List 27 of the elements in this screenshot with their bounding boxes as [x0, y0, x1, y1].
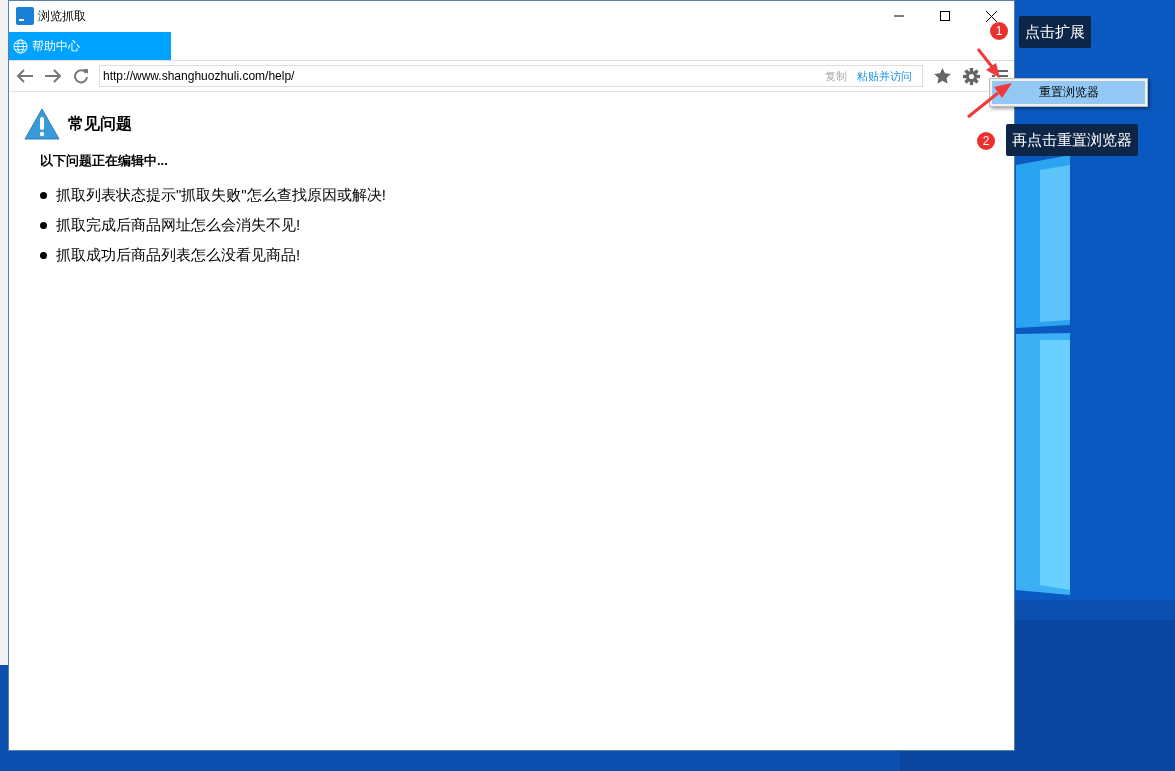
section-heading: 常见问题 [68, 113, 132, 134]
bullet-icon [40, 191, 47, 199]
tab[interactable]: 帮助中心 [9, 32, 171, 60]
app-icon [16, 7, 34, 25]
warning-icon [24, 108, 60, 140]
callout-label: 再点击重置浏览器 [1006, 124, 1138, 156]
menu-item[interactable]: 重置浏览器 [992, 81, 1145, 104]
pointer-arrow [967, 83, 1012, 119]
maximize-icon [940, 11, 950, 21]
window-title: 浏览抓取 [38, 7, 87, 25]
question-text: 抓取完成后商品网址怎么会消失不见! [56, 215, 301, 235]
copy-link[interactable]: 复制 [825, 68, 847, 84]
star-icon[interactable] [932, 66, 952, 86]
bullet-icon [40, 251, 47, 259]
back-arrow-icon [16, 69, 34, 83]
paste-and-go-link[interactable]: 粘贴并访问 [857, 68, 912, 84]
pointer-arrow [976, 48, 1000, 78]
editing-note: 以下问题正在编辑中... [40, 152, 168, 170]
bullet-icon [40, 221, 47, 229]
reload-icon [73, 68, 89, 84]
callout-label: 点击扩展 [1019, 16, 1091, 48]
address-field[interactable]: http://www.shanghuozhuli.com/help/ 复制 粘贴并访问 [99, 65, 923, 87]
question-text: 抓取列表状态提示"抓取失败"怎么查找原因或解决! [56, 185, 386, 205]
question-text: 抓取成功后商品列表怎么没看见商品! [56, 245, 301, 265]
close-icon [985, 10, 997, 22]
globe-icon [13, 38, 28, 54]
forward-arrow-icon [44, 69, 62, 83]
